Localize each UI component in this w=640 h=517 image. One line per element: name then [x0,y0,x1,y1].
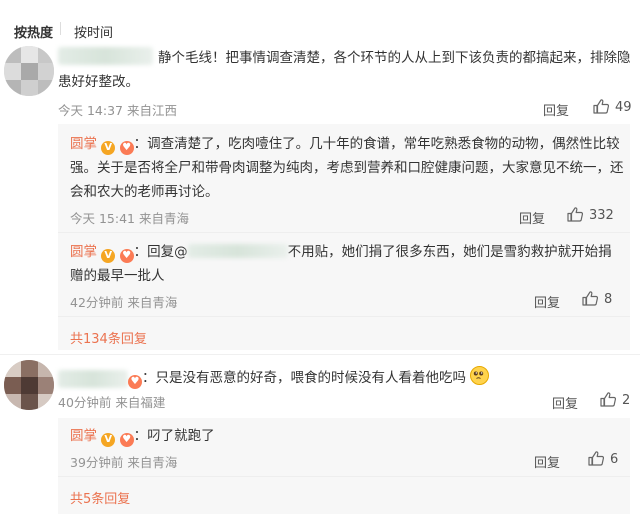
reply-button[interactable]: 回复 [534,452,560,471]
sub-reply-timestamp: 42分钟前 来自青海 [70,295,178,310]
author-name[interactable]: 圆掌 [70,136,97,152]
comment-separator [0,354,640,355]
divider [58,316,630,317]
author-name[interactable]: 圆掌 [70,428,97,444]
sub-reply-line: 圆掌 V ♥ ：调查清楚了，吃肉噎住了。几十年的食谱，常年吃熟悉食物的动物，偶然性… [70,136,620,155]
thumbs-up-icon [582,291,599,306]
comment-timestamp: 40分钟前 来自福建 [58,395,166,410]
divider [58,232,630,233]
like-button[interactable]: 6 [588,451,618,467]
like-button[interactable]: 2 [600,392,630,408]
fan-badge-icon: ♥ [119,141,134,155]
like-button[interactable]: 332 [567,207,614,223]
comment-timestamp: 今天 14:37 来自江西 [58,103,177,118]
like-button[interactable]: 49 [593,99,632,115]
pleading-face-emoji-icon [470,366,490,385]
sub-reply-line: 强。关于是否将全尸和带骨肉调整为纯肉，考虑到营养和口腔健康问题，大家意见不统一，… [70,160,624,176]
reply-button[interactable]: 回复 [543,100,569,119]
reply-button[interactable]: 回复 [519,208,545,227]
thumbs-up-icon [600,392,617,407]
sort-by-hot-tab[interactable]: 按热度 [14,22,53,41]
fan-badge-icon: ♥ [119,433,134,447]
thumbs-up-icon [593,99,610,114]
thumbs-up-icon [588,451,605,466]
more-replies-link[interactable]: 共134条回复 [70,328,147,347]
author-name[interactable]: 圆掌 [70,244,97,260]
sub-reply-line: 赠的最早一批人 [70,268,165,284]
sub-reply-timestamp: 今天 15:41 来自青海 [70,211,189,226]
sub-reply-line: 圆掌 V ♥ ：叼了就跑了 [70,428,215,447]
sub-reply-line: 会和农大的老师再讨论。 [70,184,219,200]
sort-divider [60,22,61,35]
verified-badge-icon: V [101,249,116,263]
comment-text-line: ♥ ：只是没有恶意的好奇，喂食的时候没有人看着他吃吗 [128,366,490,390]
mention-blurred[interactable] [187,244,288,258]
avatar-mosaic-icon [4,360,54,410]
fan-badge-icon: ♥ [119,249,134,263]
avatar[interactable] [4,360,54,410]
verified-badge-icon: V [101,141,116,155]
sub-reply-line: 圆掌 V ♥ ：回复@ 不用贴，她们捐了很多东西，她们是雪豹救护就开始捐 [70,244,612,263]
comment-text-line: 患好好整改。 [58,74,139,90]
username-blurred[interactable] [58,370,128,388]
sub-reply-timestamp: 39分钟前 来自青海 [70,455,178,470]
more-replies-link[interactable]: 共5条回复 [70,488,130,507]
thumbs-up-icon [567,207,584,222]
reply-button[interactable]: 回复 [534,292,560,311]
reply-button[interactable]: 回复 [552,393,578,412]
avatar[interactable] [4,46,54,96]
avatar-mosaic-icon [4,46,54,96]
verified-badge-icon: V [101,433,116,447]
sort-by-time-tab[interactable]: 按时间 [74,22,113,41]
fan-badge-icon: ♥ [128,375,142,389]
divider [58,476,630,477]
like-button[interactable]: 8 [582,291,612,307]
comment-text-line: 静个毛线！把事情调查清楚，各个环节的人从上到下该负责的都搞起来，排除隐 [158,50,631,66]
username-blurred[interactable] [58,47,153,65]
